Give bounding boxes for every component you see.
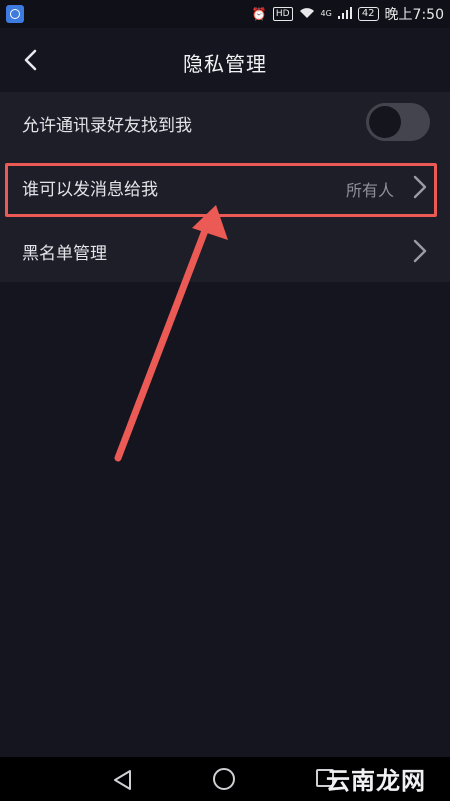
setting-label: 允许通讯录好友找到我	[22, 116, 192, 136]
top-bar: 隐私管理	[0, 28, 450, 92]
watermark-logo: 云南龙网	[326, 767, 426, 795]
network-type-icon: 4G	[320, 9, 332, 18]
setting-blacklist[interactable]: 黑名单管理	[0, 220, 450, 282]
wifi-icon	[299, 7, 315, 21]
chevron-right-icon	[413, 239, 427, 263]
signal-icon	[337, 7, 352, 21]
nav-back-icon[interactable]	[112, 769, 134, 791]
annotation-highlight-box	[5, 163, 437, 217]
navigation-bar: 云南龙网	[0, 757, 450, 801]
app-notification-icon	[6, 5, 24, 23]
allow-contacts-toggle[interactable]	[366, 103, 430, 141]
hd-icon: HD	[272, 7, 293, 21]
page-title: 隐私管理	[183, 52, 267, 76]
setting-label: 黑名单管理	[22, 244, 107, 264]
alarm-icon: ⏰	[251, 7, 267, 21]
status-icons: ⏰ HD 4G 42 晚上7:50	[252, 5, 444, 23]
nav-home-icon[interactable]	[213, 768, 235, 790]
clock: 晚上7:50	[384, 7, 444, 23]
setting-allow-contacts-find-me: 允许通讯录好友找到我	[0, 92, 450, 154]
battery-icon: 42	[357, 7, 379, 21]
status-bar: ⏰ HD 4G 42 晚上7:50	[0, 0, 450, 28]
